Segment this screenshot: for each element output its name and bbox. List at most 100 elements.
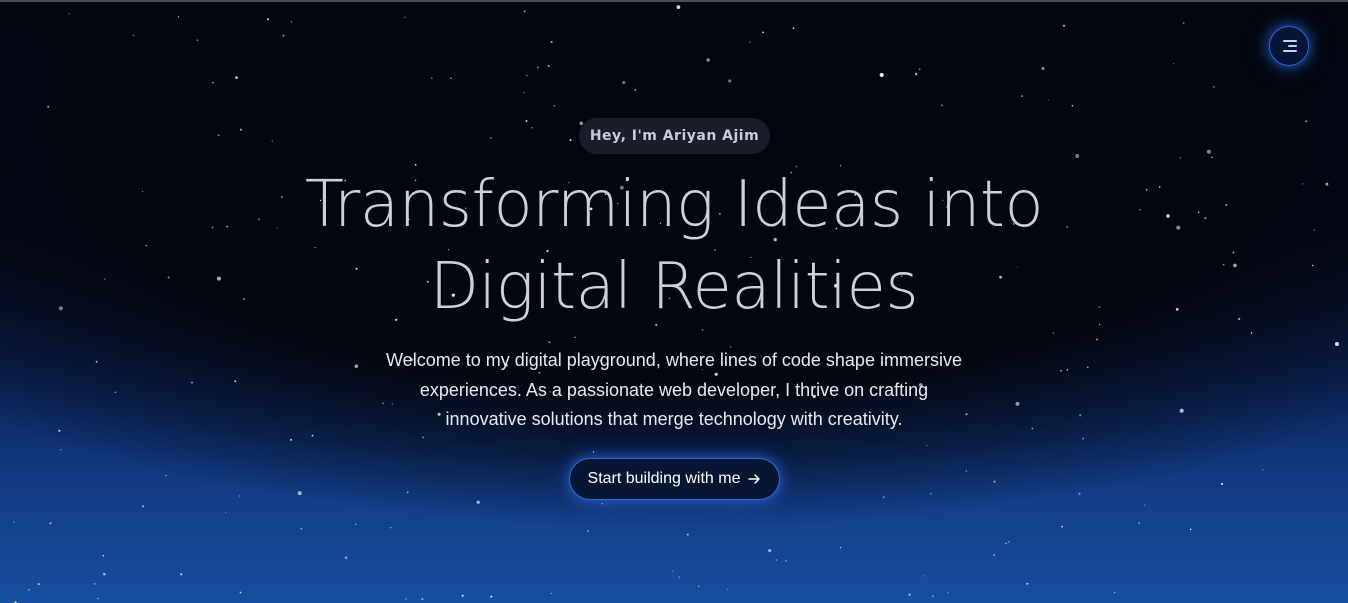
- star: [1334, 341, 1340, 347]
- star: [923, 575, 925, 577]
- star: [879, 72, 884, 78]
- star: [354, 364, 359, 368]
- star: [489, 136, 492, 139]
- star: [49, 522, 52, 525]
- star: [58, 306, 63, 311]
- star: [531, 126, 533, 129]
- star: [526, 75, 528, 77]
- star: [1086, 366, 1089, 369]
- star: [1082, 437, 1084, 440]
- star: [60, 449, 62, 451]
- star: [569, 139, 572, 142]
- star: [698, 585, 700, 587]
- star: [1302, 183, 1304, 185]
- star: [167, 276, 170, 279]
- star: [58, 429, 61, 432]
- star: [142, 191, 144, 193]
- star: [1026, 582, 1029, 585]
- menu-icon: [1283, 39, 1297, 53]
- star: [1047, 99, 1049, 101]
- star: [1075, 153, 1080, 159]
- star: [634, 89, 637, 91]
- star: [908, 593, 911, 596]
- star: [1305, 120, 1308, 123]
- greeting-badge: Hey, I'm Ariyan Ajim: [579, 118, 770, 154]
- star: [1078, 492, 1081, 495]
- menu-button[interactable]: [1269, 26, 1309, 66]
- star: [1250, 332, 1253, 334]
- star: [282, 34, 285, 37]
- star: [1096, 338, 1098, 341]
- star: [404, 16, 406, 19]
- star: [1238, 317, 1241, 321]
- star: [1206, 149, 1211, 154]
- star: [1311, 264, 1314, 267]
- star: [1071, 104, 1074, 107]
- star: [1314, 229, 1316, 231]
- star: [840, 547, 842, 549]
- star: [785, 560, 787, 562]
- star: [676, 5, 681, 9]
- star: [686, 533, 689, 536]
- star: [548, 341, 551, 344]
- star: [93, 583, 96, 585]
- star: [1173, 63, 1175, 65]
- star: [1005, 542, 1007, 545]
- star: [450, 77, 452, 80]
- star: [915, 73, 918, 76]
- hero-section: Hey, I'm Ariyan Ajim Transforming Ideas …: [0, 0, 1348, 603]
- star: [993, 480, 996, 483]
- star: [37, 583, 40, 586]
- star: [104, 278, 106, 280]
- star: [523, 92, 525, 94]
- star: [1041, 66, 1045, 71]
- star: [354, 523, 357, 526]
- star: [1031, 427, 1034, 430]
- star: [1213, 86, 1215, 88]
- star: [1179, 408, 1184, 413]
- headline-line-1: Transforming Ideas into: [304, 168, 1044, 242]
- intro-line-1: Welcome to my digital playground, where …: [386, 350, 962, 370]
- star: [1008, 541, 1010, 543]
- star: [592, 451, 595, 453]
- star: [406, 491, 409, 494]
- star: [1144, 504, 1146, 506]
- star: [574, 336, 576, 339]
- star: [1325, 182, 1329, 186]
- window-top-border: [0, 0, 1348, 2]
- star: [536, 66, 539, 69]
- star: [965, 470, 968, 472]
- start-building-button[interactable]: Start building with me: [569, 458, 780, 500]
- star: [1066, 369, 1069, 371]
- star: [749, 41, 751, 43]
- star: [1145, 189, 1148, 191]
- star: [1222, 263, 1225, 266]
- star: [290, 21, 293, 23]
- star: [1232, 251, 1235, 254]
- star: [145, 244, 147, 247]
- star: [1021, 95, 1023, 97]
- headline-line-2: Digital Realities: [429, 250, 919, 324]
- hero-headline: Transforming Ideas into Digital Realitie…: [240, 164, 1108, 328]
- star: [290, 438, 293, 441]
- star: [775, 559, 778, 561]
- star: [726, 588, 728, 590]
- star: [68, 13, 70, 15]
- star: [344, 556, 348, 560]
- star: [1113, 591, 1116, 594]
- hero-intro-text: Welcome to my digital playground, where …: [374, 346, 974, 435]
- star: [235, 76, 238, 79]
- star: [525, 120, 528, 122]
- star: [926, 445, 928, 447]
- star: [212, 81, 214, 84]
- star: [114, 391, 117, 394]
- star: [792, 27, 795, 30]
- star: [1182, 22, 1185, 24]
- star: [490, 595, 493, 598]
- star: [1225, 204, 1228, 206]
- star: [706, 58, 710, 62]
- star: [1139, 209, 1141, 211]
- star: [239, 128, 243, 131]
- star: [918, 68, 921, 71]
- star: [191, 381, 193, 384]
